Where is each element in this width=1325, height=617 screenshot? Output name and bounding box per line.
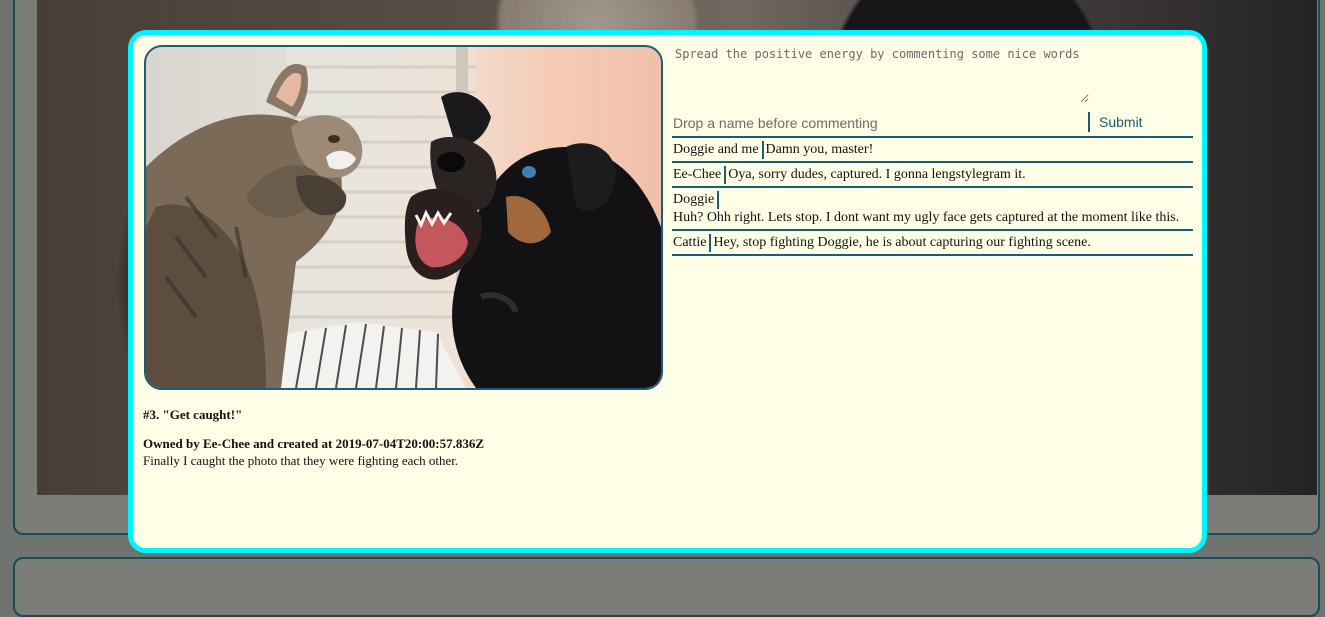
comment-item: Ee-Chee Oya, sorry dudes, captured. I gon… [672,163,1193,188]
comment-text: Hey, stop fighting Doggie, he is about c… [713,235,1091,250]
comment-author: Doggie [673,191,720,209]
post-detail-modal: #3. "Get caught!" Owned by Ee-Chee and c… [128,30,1207,553]
post-owner-and-date: Owned by Ee-Chee and created at 2019-07-… [143,436,484,451]
comment-panel: Submit Doggie and meDamn you, master! Ee… [672,43,1193,256]
comment-item: Doggie and me Damn you, master! [672,138,1193,163]
comment-text: Oya, sorry dudes, captured. I gonna leng… [728,167,1026,182]
post-description: Finally I caught the photo that they wer… [143,453,459,468]
comment-author: Doggie and me [673,141,764,159]
post-title: #3. "Get caught!" [143,407,243,422]
comment-item: Doggie Huh? Ohh right. Lets stop. I dont … [672,188,1193,231]
comment-textarea[interactable] [672,43,1089,103]
comment-list: Doggie and me Damn you, master! Ee-Chee Oy… [672,138,1193,256]
cat-and-dog-photo [146,47,661,388]
comment-author: Ee-Chee [673,166,727,184]
commenter-name-input[interactable] [672,110,1088,136]
comment-text: Huh? Ohh right. Lets stop. I dont want m… [673,210,1180,225]
comment-author: Cattie [673,234,712,252]
comment-item: Cattie Hey, stop fighting Doggie, he is a… [672,231,1193,256]
post-photo [144,45,663,390]
comment-form-row: Submit [672,110,1193,138]
comment-text: Damn you, master! [765,142,874,157]
background-next-card [13,557,1320,617]
submit-comment-button[interactable]: Submit [1088,112,1193,132]
